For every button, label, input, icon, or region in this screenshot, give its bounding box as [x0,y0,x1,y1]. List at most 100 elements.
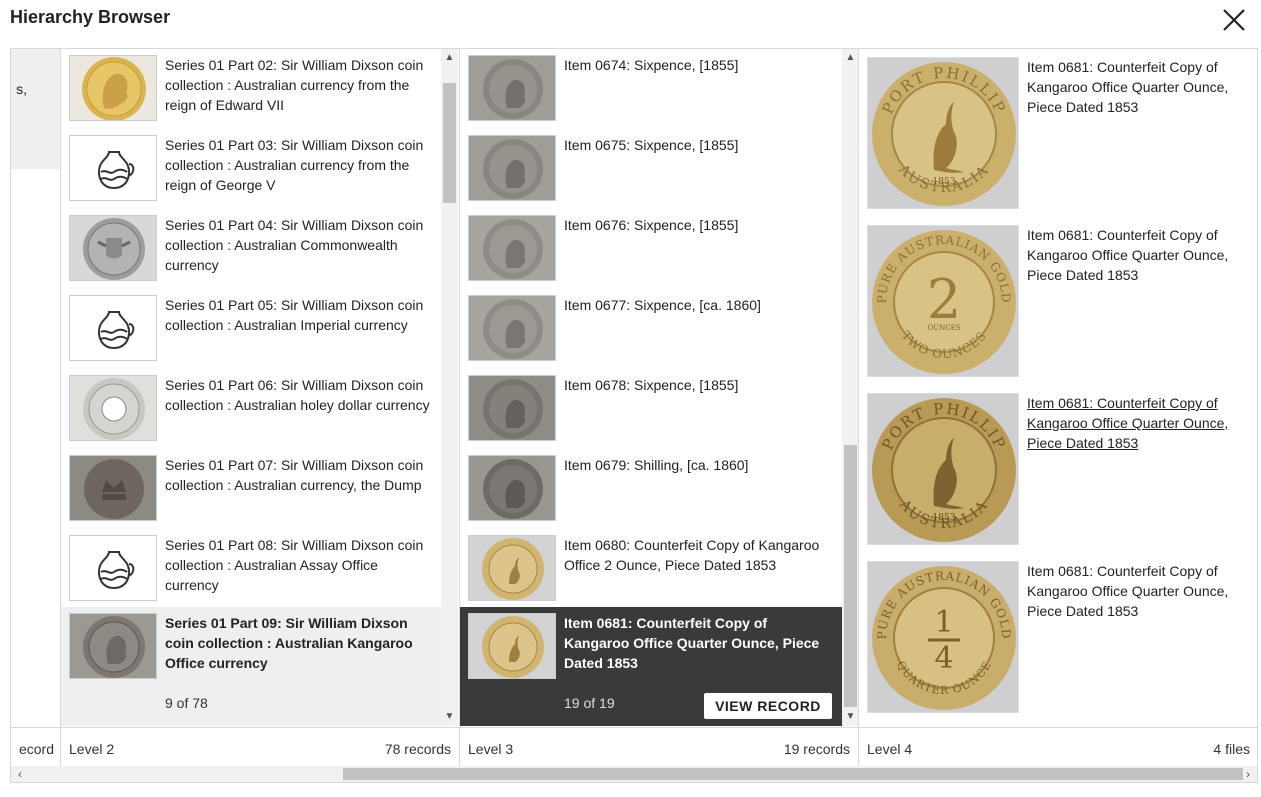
jug-icon [69,535,157,601]
scroll-up-icon[interactable]: ▲ [441,51,458,65]
level2-footer: Level 2 78 records [61,727,459,766]
list-item[interactable]: Item 0677: Sixpence, [ca. 1860] [460,289,842,369]
coin-denomination: 2 [927,268,961,331]
list-item[interactable]: Item 0676: Sixpence, [1855] [460,209,842,289]
list-item[interactable]: Item 0678: Sixpence, [1855] [460,369,842,449]
list-item-label: Series 01 Part 06: Sir William Dixson co… [165,377,430,413]
level3-list[interactable]: Item 0674: Sixpence, [1855] Item 0675: S… [460,49,842,726]
selection-position: 9 of 78 [165,695,208,711]
horizontal-scrollbar[interactable]: ‹ › [10,766,1258,783]
holey-dollar-coin-thumbnail [69,375,157,441]
list-item[interactable]: Series 01 Part 08: Sir William Dixson co… [61,529,441,609]
level4-footer: Level 4 4 files [859,727,1257,766]
level4-file-count: 4 files [1213,741,1250,757]
list-item[interactable]: Item 0680: Counterfeit Copy of Kangaroo … [460,529,842,609]
list-item-label: Item 0680: Counterfeit Copy of Kangaroo … [564,537,820,573]
file-label[interactable]: Item 0681: Counterfeit Copy of Kangaroo … [1027,225,1246,285]
kangaroo-coin-thumbnail [468,613,556,679]
file-item[interactable]: PURE AUSTRALIAN GOLD 1 4 QUARTER OUNCE I… [859,553,1257,721]
victoria-coin-thumbnail [69,613,157,679]
file-label-link[interactable]: Item 0681: Counterfeit Copy of Kangaroo … [1027,393,1246,453]
level1-column: s, ecord [11,49,61,766]
list-item[interactable]: Series 01 Part 04: Sir William Dixson co… [61,209,441,289]
list-item[interactable]: Series 01 Part 05: Sir William Dixson co… [61,289,441,369]
coin-year: 1853 [933,177,956,187]
selected-list-item[interactable]: Item 0681: Counterfeit Copy of Kangaroo … [460,607,842,726]
level3-vertical-scrollbar[interactable]: ▲ ▼ [842,49,858,726]
scrollbar-thumb[interactable] [443,83,456,203]
file-label[interactable]: Item 0681: Counterfeit Copy of Kangaroo … [1027,561,1246,621]
kangaroo-coin-thumbnail [468,535,556,601]
list-item-label: Item 0675: Sixpence, [1855] [564,137,739,153]
list-item[interactable]: Series 01 Part 07: Sir William Dixson co… [61,449,441,529]
list-item-label: Series 01 Part 08: Sir William Dixson co… [165,537,424,593]
close-icon[interactable] [1220,6,1248,34]
level3-column: Item 0674: Sixpence, [1855] Item 0675: S… [460,49,859,766]
level2-record-count: 78 records [384,741,451,757]
shilling-coin-thumbnail [468,455,556,521]
list-item[interactable]: Series 01 Part 03: Sir William Dixson co… [61,129,441,209]
list-item-label: Series 01 Part 03: Sir William Dixson co… [165,137,424,193]
selection-position: 19 of 19 [564,695,615,711]
coin-obverse-image[interactable]: PORT PHILLIP AUSTRALIA 1853 [867,57,1019,209]
list-item-label: Series 01 Part 04: Sir William Dixson co… [165,217,424,273]
scroll-up-icon[interactable]: ▲ [842,51,858,65]
level3-footer-label: Level 3 [468,741,514,757]
level2-vertical-scrollbar[interactable]: ▲ ▼ [441,49,458,726]
list-item-label: Item 0676: Sixpence, [1855] [564,217,739,233]
level4-column: PORT PHILLIP AUSTRALIA 1853 Item 0681: C… [859,49,1257,766]
list-item[interactable]: Series 01 Part 06: Sir William Dixson co… [61,369,441,449]
scrollbar-thumb[interactable] [844,445,857,707]
level2-footer-label: Level 2 [69,741,115,757]
dump-coin-thumbnail [69,455,157,521]
coin-obverse-image[interactable]: PORT PHILLIP AUSTRALIA 1853 [867,393,1019,545]
list-item[interactable]: Item 0679: Shilling, [ca. 1860] [460,449,842,529]
list-item[interactable]: Series 01 Part 02: Sir William Dixson co… [61,49,441,129]
list-item-label: Series 01 Part 05: Sir William Dixson co… [165,297,424,333]
sixpence-coin-thumbnail [468,55,556,121]
list-item-label: Series 01 Part 07: Sir William Dixson co… [165,457,424,493]
file-item[interactable]: PORT PHILLIP AUSTRALIA 1853 Item 0681: C… [859,385,1257,553]
jug-icon [69,295,157,361]
scrollbar-thumb[interactable] [343,768,1243,780]
gold-head-coin-thumbnail [69,55,157,121]
level2-list[interactable]: Series 01 Part 02: Sir William Dixson co… [61,49,441,726]
level1-selected-item[interactable]: s, [11,49,60,169]
dialog-title: Hierarchy Browser [10,7,171,27]
list-item-label: Item 0679: Shilling, [ca. 1860] [564,457,749,473]
view-record-button[interactable]: VIEW RECORD [704,693,832,719]
selected-list-item[interactable]: Series 01 Part 09: Sir William Dixson co… [61,607,441,726]
sixpence-coin-thumbnail [468,375,556,441]
level4-footer-label: Level 4 [867,741,913,757]
list-item[interactable]: Item 0674: Sixpence, [1855] [460,49,842,129]
coin-year: 1853 [933,513,956,523]
selected-item-label: Series 01 Part 09: Sir William Dixson co… [165,615,413,671]
close-button[interactable] [1220,6,1248,34]
hierarchy-browser: s, ecord Series 01 Part 02: Sir William … [10,48,1258,767]
list-item-label: Item 0678: Sixpence, [1855] [564,377,739,393]
silver-arms-coin-thumbnail [69,215,157,281]
coin-reverse-image[interactable]: PURE AUSTRALIAN GOLD 2 OUNCES TWO OUNCES [867,225,1019,377]
coin-fraction-denominator: 4 [934,641,953,676]
selected-item-label: Item 0681: Counterfeit Copy of Kangaroo … [564,615,820,671]
scroll-left-icon[interactable]: ‹ [13,766,27,782]
file-item[interactable]: PORT PHILLIP AUSTRALIA 1853 Item 0681: C… [859,49,1257,217]
file-item[interactable]: PURE AUSTRALIAN GOLD 2 OUNCES TWO OUNCES… [859,217,1257,385]
scroll-right-icon[interactable]: › [1241,766,1255,782]
level3-record-count: 19 records [783,741,850,757]
jug-icon [69,135,157,201]
sixpence-coin-thumbnail [468,215,556,281]
sixpence-coin-thumbnail [468,135,556,201]
level3-footer: Level 3 19 records [460,727,858,766]
coin-reverse-image[interactable]: PURE AUSTRALIAN GOLD 1 4 QUARTER OUNCE [867,561,1019,713]
scroll-down-icon[interactable]: ▼ [441,710,458,724]
list-item-label: Item 0677: Sixpence, [ca. 1860] [564,297,761,313]
coin-fraction-numerator: 1 [934,605,953,640]
file-label[interactable]: Item 0681: Counterfeit Copy of Kangaroo … [1027,57,1246,117]
list-item[interactable]: Item 0675: Sixpence, [1855] [460,129,842,209]
list-item-label: Series 01 Part 02: Sir William Dixson co… [165,57,424,113]
level1-footer: ecord [11,727,60,766]
scroll-down-icon[interactable]: ▼ [842,710,858,724]
coin-inscription: OUNCES [927,324,960,332]
level2-column: Series 01 Part 02: Sir William Dixson co… [61,49,460,766]
